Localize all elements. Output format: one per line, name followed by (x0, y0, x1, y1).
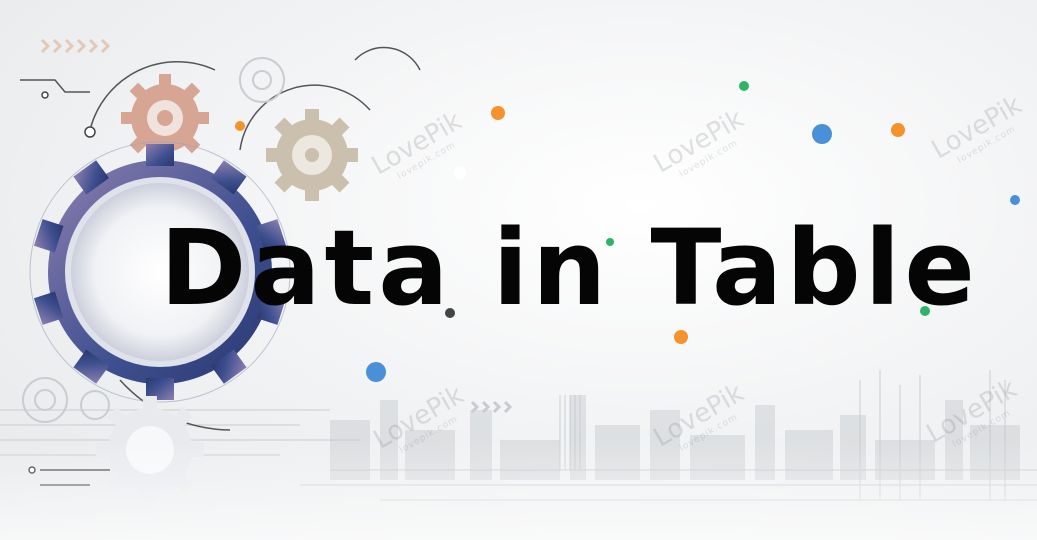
banner: LovePik lovepik.com LovePik lovepik.com … (0, 0, 1037, 540)
gear-icon-beige (266, 109, 358, 201)
headline: Data in Table (160, 207, 979, 329)
